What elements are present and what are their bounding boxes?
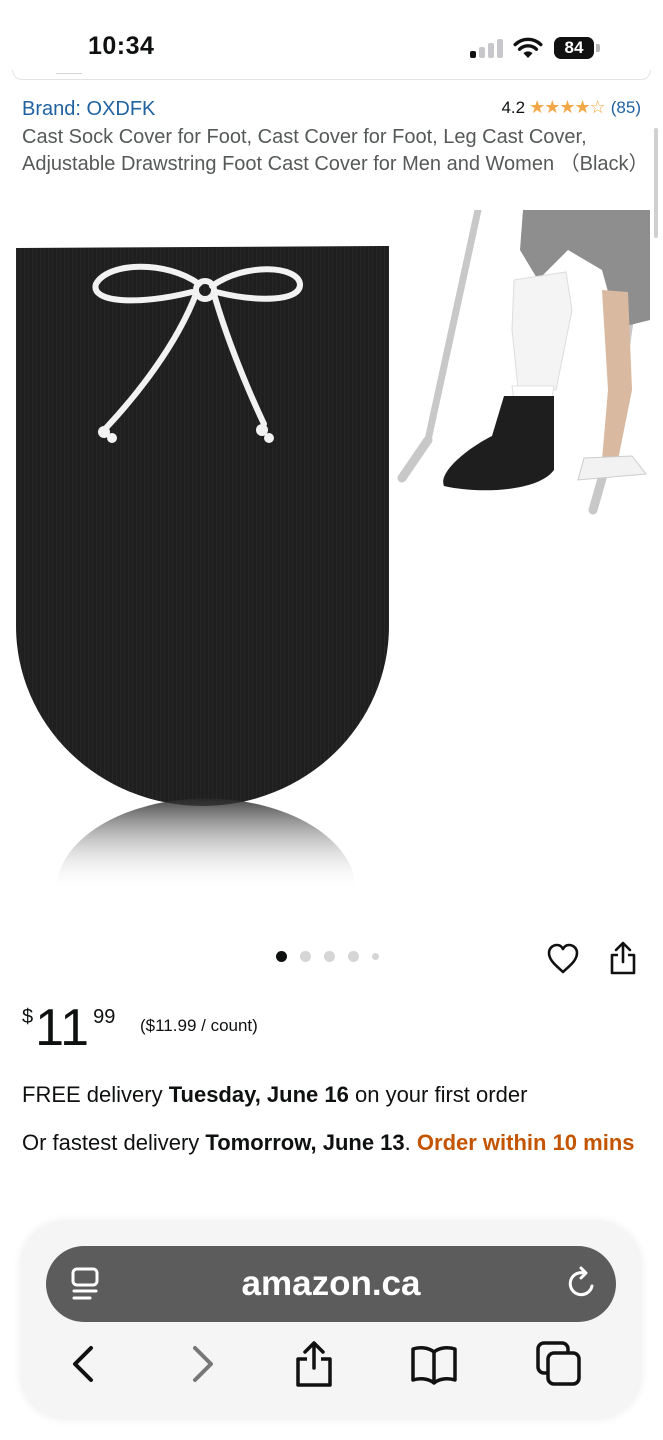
product-image-lifestyle[interactable] [388,210,650,520]
image-pagination[interactable] [276,951,392,962]
forward-icon[interactable] [178,1340,226,1388]
scroll-indicator [654,128,658,238]
pagination-dot[interactable] [372,953,379,960]
bookmarks-icon[interactable] [410,1340,458,1388]
status-bar: 10:34 84 [0,0,663,80]
price-whole: 11 [35,999,90,1057]
battery-tip [596,44,600,52]
price: $ 11 99 [22,1000,115,1056]
tabs-icon[interactable] [535,1340,583,1388]
pagination-dot[interactable] [276,951,287,962]
fastest-delivery-message: Or fastest delivery Tomorrow, June 13. O… [22,1128,647,1158]
rating-value: 4.2 [501,97,526,117]
url-text[interactable]: amazon.ca [46,1264,616,1304]
delivery-date: Tuesday, June 16 [168,1082,349,1107]
delivery-suffix: on your first order [348,1082,528,1107]
reload-icon[interactable] [566,1266,598,1300]
price-currency: $ [22,1006,34,1028]
heart-icon[interactable] [546,942,580,976]
top-sheet-handle [56,73,82,74]
fastest-separator: . [404,1130,417,1155]
brand-link[interactable]: Brand: OXDFK [22,98,155,121]
star-rating-icon: ★★★★☆ [529,97,606,117]
price-fraction: 99 [93,1006,116,1028]
pagination-dot[interactable] [348,951,359,962]
fastest-prefix: Or fastest delivery [22,1130,206,1155]
fastest-date: Tomorrow, June 13 [205,1130,405,1155]
share-page-icon[interactable] [290,1340,338,1388]
status-time: 10:34 [88,32,155,60]
wifi-icon [513,37,543,58]
delivery-message: FREE delivery Tuesday, June 16 on your f… [22,1080,647,1110]
rating-summary[interactable]: 4.2 ★★★★☆ (85) [501,97,641,118]
pagination-dot[interactable] [300,951,311,962]
back-icon[interactable] [60,1340,108,1388]
unit-price: ($11.99 / count) [140,1016,258,1035]
rating-count-link[interactable]: (85) [611,98,641,118]
battery-indicator: 84 [554,37,594,59]
share-icon[interactable] [608,940,638,976]
pagination-dot[interactable] [324,951,335,962]
cellular-signal-icon [470,38,504,58]
product-image-main[interactable] [16,246,390,896]
delivery-prefix: FREE delivery [22,1082,169,1107]
order-within-countdown: Order within 10 mins [416,1130,635,1155]
product-title: Cast Sock Cover for Foot, Cast Cover for… [22,126,649,175]
top-sheet-edge [12,70,651,80]
